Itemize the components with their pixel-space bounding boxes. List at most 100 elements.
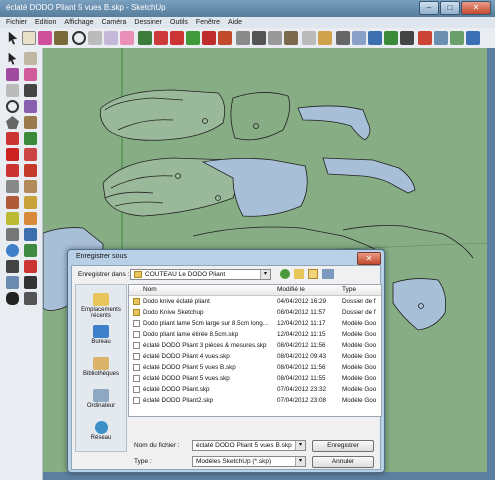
3d-text-icon[interactable] [318, 31, 332, 45]
rotate-icon[interactable] [6, 148, 19, 161]
file-row[interactable]: éclaté DODO Pliant.skp 07/04/2012 23:32 … [129, 385, 381, 394]
file-row[interactable]: Dodo pliant lame étirée 8.5cm.skp 12/04/… [129, 330, 381, 339]
select-icon[interactable] [8, 52, 17, 65]
file-row[interactable]: éclaté DODO Pliant 3 pièces & mesures.sk… [129, 341, 381, 350]
orbit-icon[interactable] [6, 228, 19, 241]
axes-icon[interactable] [302, 31, 316, 45]
back-icon[interactable] [280, 269, 290, 279]
zoom-extents-icon[interactable] [6, 260, 19, 273]
zoom-window-icon[interactable] [24, 244, 37, 257]
file-list[interactable]: Nom Modifié le Type Dodo knive éclaté pl… [128, 284, 382, 417]
push-pull-icon[interactable] [138, 31, 152, 45]
zoom-icon[interactable] [368, 31, 382, 45]
menu-outils[interactable]: Outils [170, 17, 188, 28]
dimension-icon[interactable] [24, 180, 37, 193]
file-row[interactable]: éclaté DODO Pliant2.skp 07/04/2012 23:08… [129, 396, 381, 405]
eraser-icon[interactable] [24, 68, 37, 81]
make-component-icon[interactable] [22, 31, 36, 45]
zoom-icon[interactable] [6, 244, 19, 257]
component-icon[interactable] [24, 52, 37, 65]
push-pull-icon[interactable] [24, 132, 37, 145]
freehand-icon[interactable] [24, 116, 37, 129]
column-type[interactable]: Type [342, 286, 356, 293]
position-camera-icon[interactable] [434, 31, 448, 45]
offset-icon[interactable] [24, 164, 37, 177]
close-button[interactable]: ✕ [461, 1, 491, 15]
cancel-button[interactable]: Annuler [312, 456, 374, 468]
move-icon[interactable] [154, 31, 168, 45]
column-name[interactable]: Nom [143, 286, 157, 293]
offset-icon[interactable] [218, 31, 232, 45]
file-row[interactable]: éclaté DODO Pliant 4 vues.skp 08/04/2012… [129, 352, 381, 361]
file-row[interactable]: Dodo pliant lame 5cm large sur 8.5cm lon… [129, 319, 381, 328]
file-row[interactable]: Dodo knive éclaté pliant 04/04/2012 16:2… [129, 297, 381, 306]
scale-icon[interactable] [6, 164, 19, 177]
tape-measure-icon[interactable] [6, 180, 19, 193]
section-plane-icon[interactable] [24, 292, 37, 305]
menu-fichier[interactable]: Fichier [6, 17, 27, 28]
place-network[interactable]: Réseau [76, 421, 126, 441]
filename-input[interactable]: éclaté DODO Pliant 5 vues B.skp ▾ [192, 440, 306, 451]
follow-me-icon[interactable] [186, 31, 200, 45]
text-icon[interactable] [24, 196, 37, 209]
place-desktop[interactable]: Bureau [76, 325, 126, 345]
place-libraries[interactable]: Bibliothèques [76, 357, 126, 377]
select-tool-icon[interactable] [8, 31, 18, 45]
file-row[interactable]: Dodo Knive Sketchup 08/04/2012 11:57 Dos… [129, 308, 381, 317]
circle-icon[interactable] [6, 100, 19, 113]
protractor-icon[interactable] [268, 31, 282, 45]
follow-me-icon[interactable] [24, 148, 37, 161]
position-camera-icon[interactable] [6, 276, 19, 289]
dialog-close-button[interactable]: ✕ [357, 252, 381, 265]
zoom-extents-icon[interactable] [400, 31, 414, 45]
move-icon[interactable] [6, 132, 19, 145]
walk-icon[interactable] [6, 292, 19, 305]
menu-affichage[interactable]: Affichage [64, 17, 93, 28]
minimize-button[interactable]: – [419, 1, 439, 15]
paint-bucket-icon[interactable] [54, 31, 68, 45]
circle-icon[interactable] [72, 31, 86, 45]
zoom-window-icon[interactable] [384, 31, 398, 45]
protractor-icon[interactable] [6, 196, 19, 209]
tape-measure-icon[interactable] [236, 31, 250, 45]
menu-edition[interactable]: Edition [35, 17, 56, 28]
file-row[interactable]: éclaté DODO Pliant 5 vues B.skp 08/04/20… [129, 363, 381, 372]
look-around-icon[interactable] [24, 276, 37, 289]
view-menu-icon[interactable] [322, 269, 334, 279]
arc-icon[interactable] [120, 31, 134, 45]
rotate-icon[interactable] [170, 31, 184, 45]
dimension-icon[interactable] [252, 31, 266, 45]
look-around-icon[interactable] [466, 31, 480, 45]
save-in-dropdown[interactable]: COUTEAU Le DODO Pliant ▾ [130, 269, 271, 280]
place-recent[interactable]: Emplacements récents [76, 293, 126, 319]
3d-text-icon[interactable] [24, 212, 37, 225]
previous-view-icon[interactable] [24, 260, 37, 273]
pencil-icon[interactable] [104, 31, 118, 45]
rectangle-icon[interactable] [88, 31, 102, 45]
previous-view-icon[interactable] [418, 31, 432, 45]
menu-aide[interactable]: Aide [228, 17, 242, 28]
paint-icon[interactable] [6, 68, 19, 81]
menu-fenetre[interactable]: Fenêtre [196, 17, 220, 28]
file-row[interactable]: éclaté DODO Pliant 5 vues.skp 08/04/2012… [129, 374, 381, 383]
column-modified[interactable]: Modifié le [277, 286, 305, 293]
polygon-icon[interactable] [6, 116, 19, 129]
eraser-icon[interactable] [38, 31, 52, 45]
rectangle-icon[interactable] [6, 84, 19, 97]
file-type-select[interactable]: Modèles SketchUp (*.skp) ▾ [192, 456, 306, 467]
pan-icon[interactable] [352, 31, 366, 45]
axes-icon[interactable] [6, 212, 19, 225]
text-icon[interactable] [284, 31, 298, 45]
save-button[interactable]: Enregistrer [312, 440, 374, 452]
walk-icon[interactable] [450, 31, 464, 45]
scale-icon[interactable] [202, 31, 216, 45]
maximize-button[interactable]: □ [440, 1, 460, 15]
orbit-icon[interactable] [336, 31, 350, 45]
pan-icon[interactable] [24, 228, 37, 241]
menu-dessiner[interactable]: Dessiner [134, 17, 162, 28]
arc-icon[interactable] [24, 100, 37, 113]
line-icon[interactable] [24, 84, 37, 97]
menu-camera[interactable]: Caméra [101, 17, 126, 28]
place-computer[interactable]: Ordinateur [76, 389, 126, 409]
up-folder-icon[interactable] [294, 269, 304, 279]
